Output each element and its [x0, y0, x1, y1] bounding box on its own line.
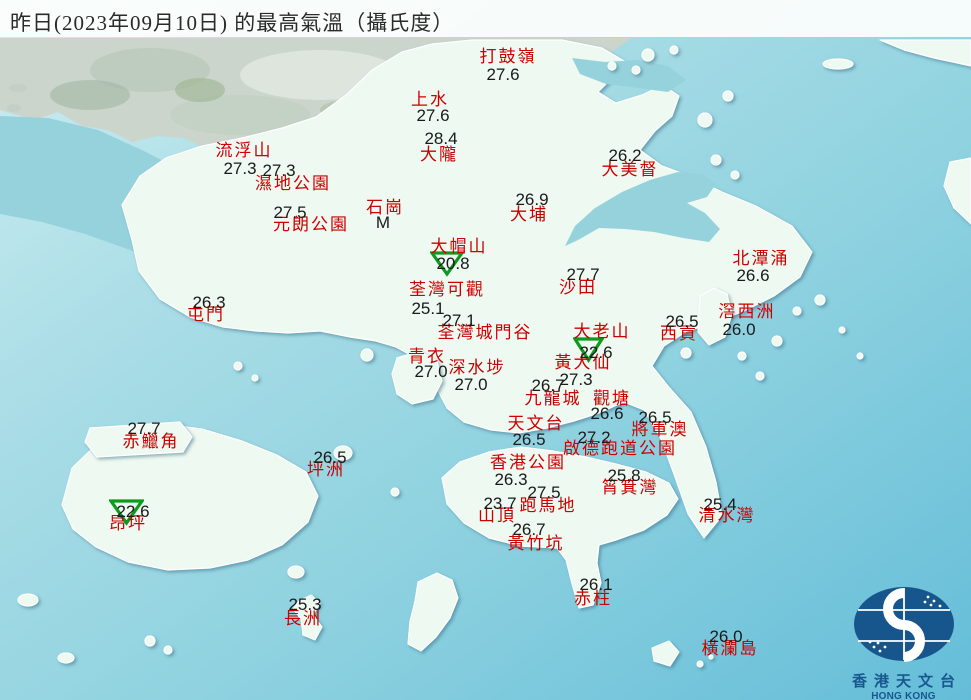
station-value: 26.9 [515, 190, 549, 209]
station-value: 25.1 [411, 299, 445, 318]
station-value: 26.3 [192, 293, 226, 312]
station-value: 27.5 [273, 203, 307, 222]
station-value: 25.4 [703, 495, 737, 514]
station-value: 26.5 [313, 448, 347, 467]
station-name: 大帽山 [430, 237, 488, 256]
station-value: 27.2 [577, 428, 611, 447]
station-name: 荃灣可觀 [409, 280, 485, 299]
hko-logo-english: HONG KONG OBSERVATORY [871, 691, 936, 700]
station-value: 26.7 [512, 520, 546, 539]
station-name: 滘西洲 [718, 302, 776, 321]
station-value: 20.8 [436, 254, 470, 273]
station-name: 流浮山 [215, 141, 273, 160]
max-temperature-map: 昨日(2023年09月10日) 的最高氣溫（攝氏度） 打鼓嶺 27.6 上水 27.6… [0, 0, 971, 700]
station-value: 27.7 [127, 419, 161, 438]
hko-logo-chinese: 香港天文台 [851, 674, 962, 690]
station-value: 26.0 [722, 320, 756, 339]
station-value: 26.7 [531, 376, 565, 395]
station-value: 25.3 [288, 595, 322, 614]
station-value: 26.5 [638, 408, 672, 427]
station-value: 26.2 [608, 146, 642, 165]
station-value: 28.4 [424, 129, 458, 148]
station-value: 27.3 [223, 159, 257, 178]
hko-logo-icon [853, 587, 954, 662]
station-value: 23.7 [483, 494, 517, 513]
station-value: 27.0 [414, 362, 448, 381]
station-value: 27.3 [262, 161, 296, 180]
station-name: 大隴 [420, 145, 458, 164]
station-value: 26.5 [512, 430, 546, 449]
station-value: 22.6 [579, 343, 613, 362]
station-value: 26.5 [665, 312, 699, 331]
station-value: 26.6 [590, 404, 624, 423]
station-value: 27.0 [454, 375, 488, 394]
station-value: 26.3 [494, 470, 528, 489]
station-value: 27.5 [527, 483, 561, 502]
station-value: 25.8 [607, 466, 641, 485]
station-value: M [375, 213, 391, 232]
station-labels-layer: 打鼓嶺 27.6 上水 27.6 大隴 28.4 流浮山 27.3 濕地公園 27.3 元朗公園 27… [0, 0, 971, 700]
station-name: 香港公園 [490, 453, 566, 472]
station-value: 27.6 [416, 106, 450, 125]
station-value: 27.7 [566, 265, 600, 284]
station-value: 26.0 [709, 627, 743, 646]
station-value: 27.6 [486, 65, 520, 84]
station-value: 26.6 [736, 266, 770, 285]
station-name: 深水埗 [448, 358, 506, 377]
station-value: 22.6 [116, 502, 150, 521]
station-value: 26.1 [579, 575, 613, 594]
station-name: 北潭涌 [732, 249, 790, 268]
station-name: 打鼓嶺 [479, 47, 537, 66]
station-value: 27.1 [442, 311, 476, 330]
hko-logo: 香港天文台 HONG KONG OBSERVATORY [836, 585, 971, 700]
station-name: 大老山 [573, 322, 631, 341]
